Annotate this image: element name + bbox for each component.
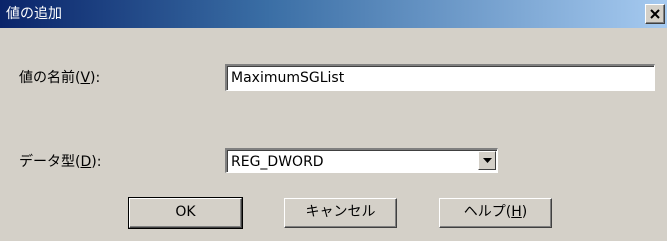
dialog-title: 値の追加 [6,6,62,22]
add-value-dialog: 値の追加 値の名前(V): MaximumSGList データ型(D): REG… [0,0,667,241]
cancel-button[interactable]: キャンセル [284,198,397,228]
dropdown-button[interactable] [478,151,496,170]
chevron-down-icon [482,158,492,163]
value-name-label: 値の名前(V): [19,70,101,86]
data-type-select[interactable]: REG_DWORD [225,148,498,173]
title-bar[interactable]: 値の追加 [0,0,667,28]
data-type-selected-value: REG_DWORD [231,154,324,170]
close-button[interactable] [645,4,665,24]
data-type-label: データ型(D): [19,154,102,170]
ok-button[interactable]: OK [128,197,243,229]
close-icon [650,9,660,19]
value-name-input[interactable]: MaximumSGList [225,64,655,91]
help-button[interactable]: ヘルプ(H) [439,198,552,228]
